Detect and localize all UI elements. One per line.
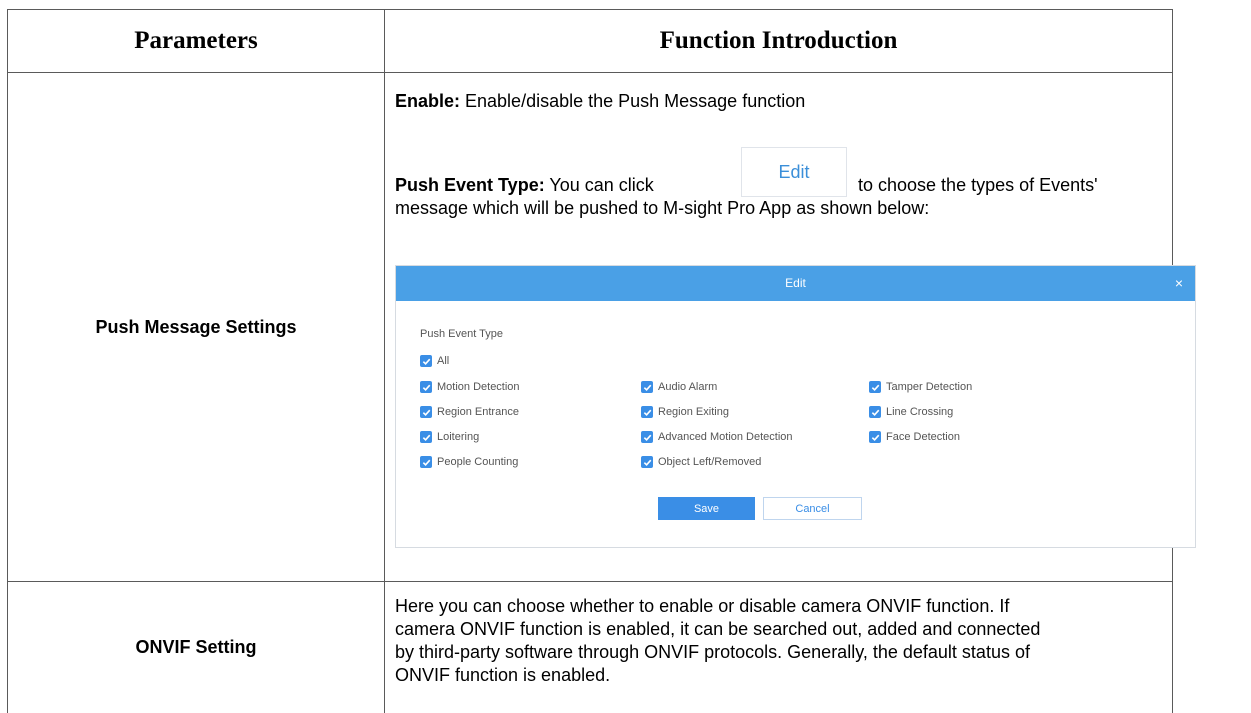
checkbox-label: People Counting [437,456,519,468]
column-divider [384,9,385,713]
checkbox-label: Loitering [437,431,480,443]
save-button[interactable]: Save [658,497,755,520]
onvif-description: Here you can choose whether to enable or… [395,595,1165,687]
checkbox-advanced-motion-detection[interactable]: Advanced Motion Detection [641,431,793,443]
checkbox-audio-alarm[interactable]: Audio Alarm [641,381,717,393]
checkbox-line-crossing[interactable]: Line Crossing [869,406,953,418]
checkbox-checked-icon [420,431,432,443]
checkbox-label: Line Crossing [886,406,954,418]
header-parameters: Parameters [134,27,258,54]
checkbox-region-exiting[interactable]: Region Exiting [641,406,729,418]
checkbox-checked-icon [420,406,432,418]
checkbox-people-counting[interactable]: People Counting [420,456,518,468]
checkbox-label: All [437,355,450,367]
dialog-title: Edit [785,276,806,290]
checkbox-label: Object Left/Removed [658,456,762,468]
push-event-type-section-label: Push Event Type [420,328,503,340]
checkbox-checked-icon [420,355,432,367]
dialog-header-bar: Edit × [396,266,1195,301]
checkbox-checked-icon [869,381,881,393]
checkbox-checked-icon [869,431,881,443]
param-push-message-settings: Push Message Settings [95,316,297,337]
checkbox-label: Audio Alarm [658,381,718,393]
checkbox-checked-icon [420,381,432,393]
cancel-button[interactable]: Cancel [763,497,862,520]
close-icon[interactable]: × [1175,266,1183,301]
checkbox-label: Motion Detection [437,381,520,393]
checkbox-label: Advanced Motion Detection [658,431,793,443]
onvif-description-line: camera ONVIF function is enabled, it can… [395,619,1041,639]
edit-button-image: Edit [741,147,847,197]
onvif-description-line: by third-party software through ONVIF pr… [395,642,1030,662]
checkbox-label: Region Entrance [437,406,519,418]
checkbox-checked-icon [641,406,653,418]
checkbox-checked-icon [869,406,881,418]
push-event-type-description: Push Event Type: You can click [395,174,654,197]
checkbox-face-detection[interactable]: Face Detection [869,431,960,443]
checkbox-object-left-removed[interactable]: Object Left/Removed [641,456,761,468]
enable-text: Enable/disable the Push Message function [460,91,806,111]
onvif-description-line: Here you can choose whether to enable or… [395,596,1010,616]
enable-description: Enable: Enable/disable the Push Message … [395,90,805,113]
push-event-type-label: Push Event Type: [395,175,545,195]
onvif-description-line: ONVIF function is enabled. [395,665,611,685]
push-event-type-text-line2: message which will be pushed to M-sight … [395,198,930,218]
checkbox-checked-icon [641,456,653,468]
checkbox-loitering[interactable]: Loitering [420,431,479,443]
checkbox-label: Face Detection [886,431,960,443]
checkbox-all[interactable]: All [420,355,449,367]
edit-dialog-screenshot: Edit × Push Event Type All Motion Detect… [395,265,1196,548]
checkbox-checked-icon [420,456,432,468]
push-event-type-text: You can click [544,175,654,195]
checkbox-label: Tamper Detection [886,381,973,393]
param-onvif-setting: ONVIF Setting [135,637,257,657]
checkbox-checked-icon [641,381,653,393]
checkbox-tamper-detection[interactable]: Tamper Detection [869,381,972,393]
enable-label: Enable: [395,91,461,111]
push-event-type-text-after: to choose the types of Events' [858,175,1098,195]
checkbox-checked-icon [641,431,653,443]
checkbox-motion-detection[interactable]: Motion Detection [420,381,520,393]
header-function-introduction: Function Introduction [659,27,898,54]
checkbox-label: Region Exiting [658,406,729,418]
checkbox-region-entrance[interactable]: Region Entrance [420,406,519,418]
